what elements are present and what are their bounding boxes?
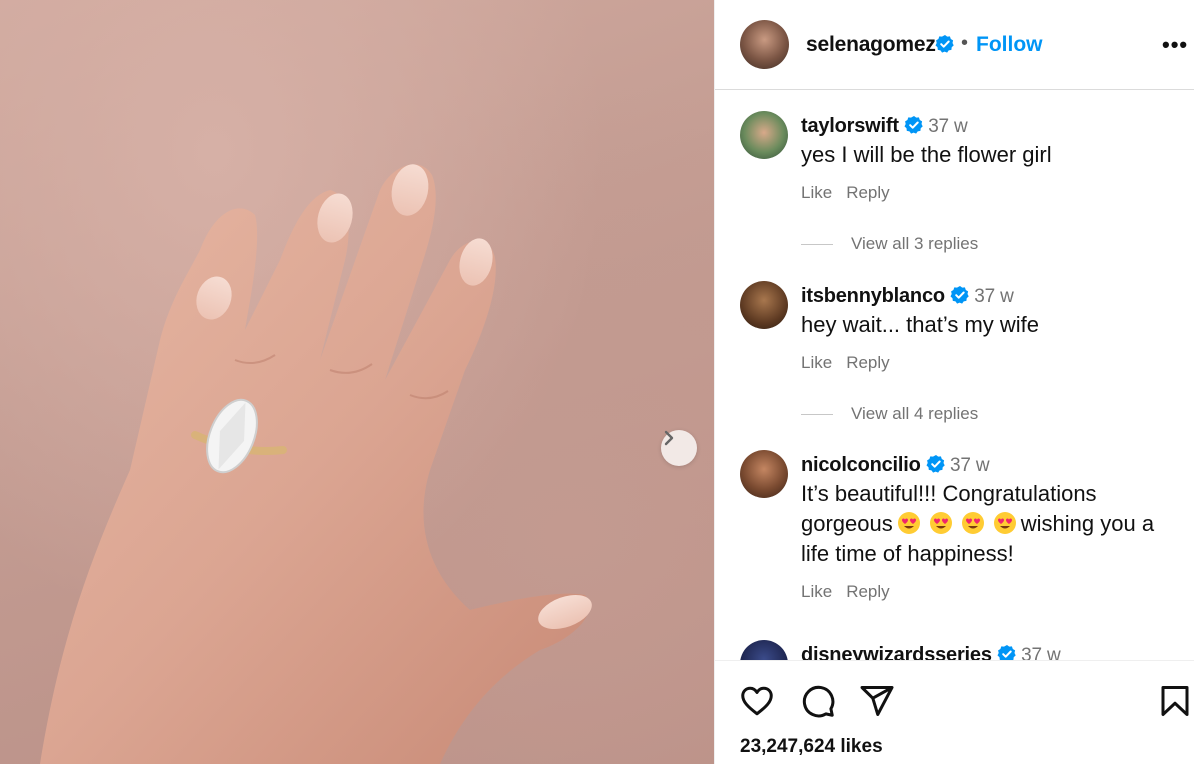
commenter-avatar[interactable] [740, 640, 788, 660]
like-comment-button[interactable]: Like [801, 582, 832, 601]
post-side-panel: selenagomez • Follow ••• taylorswift 37 … [714, 0, 1194, 764]
comment-time: 37 w [974, 286, 1014, 307]
comment-time: 37 w [1021, 645, 1061, 660]
heart-eyes-emoji [929, 512, 952, 534]
reply-button[interactable]: Reply [846, 183, 889, 202]
comment-time: 37 w [950, 455, 990, 476]
comment-actions: Like Reply [801, 582, 904, 602]
heart-eyes-emoji [993, 512, 1016, 534]
verified-badge-icon [935, 34, 955, 56]
commenter-avatar[interactable] [740, 281, 788, 329]
divider [801, 414, 833, 416]
commenter-username[interactable]: nicolconcilio 37 w [801, 454, 990, 477]
hand-with-ring-image [40, 164, 592, 764]
send-icon[interactable] [859, 683, 895, 719]
bookmark-icon[interactable] [1157, 683, 1193, 719]
commenter-avatar[interactable] [740, 450, 788, 498]
author-username[interactable]: selenagomez [806, 33, 936, 57]
likes-count[interactable]: 23,247,624 likes [740, 736, 883, 758]
separator-dot: • [961, 32, 969, 54]
post-photo[interactable] [0, 0, 714, 764]
reply-button[interactable]: Reply [846, 582, 889, 601]
comment-text: hey wait... that’s my wife [801, 312, 1040, 337]
comments-list[interactable]: taylorswift 37 w yes I will be the flowe… [715, 90, 1194, 660]
heart-icon[interactable] [739, 683, 775, 719]
comment-icon[interactable] [800, 683, 836, 719]
more-options-button[interactable]: ••• [1162, 32, 1188, 58]
post-actions-bar: 23,247,624 likes [715, 660, 1194, 764]
view-replies-button[interactable]: View all 4 replies [801, 404, 978, 424]
comment-actions: Like Reply [801, 353, 904, 373]
comment-time: 37 w [928, 116, 968, 137]
comment-actions: Like Reply [801, 183, 904, 203]
like-comment-button[interactable]: Like [801, 183, 832, 202]
follow-button[interactable]: Follow [976, 33, 1043, 57]
author-avatar[interactable] [740, 20, 789, 69]
post-header: selenagomez • Follow ••• [715, 0, 1194, 90]
verified-badge-icon [926, 455, 945, 473]
verified-badge-icon [997, 645, 1016, 660]
reply-button[interactable]: Reply [846, 353, 889, 372]
comment-text: yes I will be the flower girl [801, 142, 1052, 167]
like-comment-button[interactable]: Like [801, 353, 832, 372]
commenter-username[interactable]: disneywizardsseries 37 w [801, 644, 1061, 660]
commenter-username[interactable]: taylorswift 37 w [801, 115, 968, 138]
view-replies-button[interactable]: View all 3 replies [801, 234, 978, 254]
commenter-avatar[interactable] [740, 111, 788, 159]
chevron-right-icon [664, 430, 674, 446]
divider [801, 244, 833, 246]
heart-eyes-emoji [897, 512, 920, 534]
next-photo-button[interactable] [661, 430, 697, 466]
comment-text: It’s beautiful!!! Congratulations gorgeo… [801, 481, 1155, 566]
commenter-username[interactable]: itsbennyblanco 37 w [801, 285, 1014, 308]
verified-badge-icon [904, 116, 923, 134]
verified-badge-icon [950, 286, 969, 304]
heart-eyes-emoji [961, 512, 984, 534]
